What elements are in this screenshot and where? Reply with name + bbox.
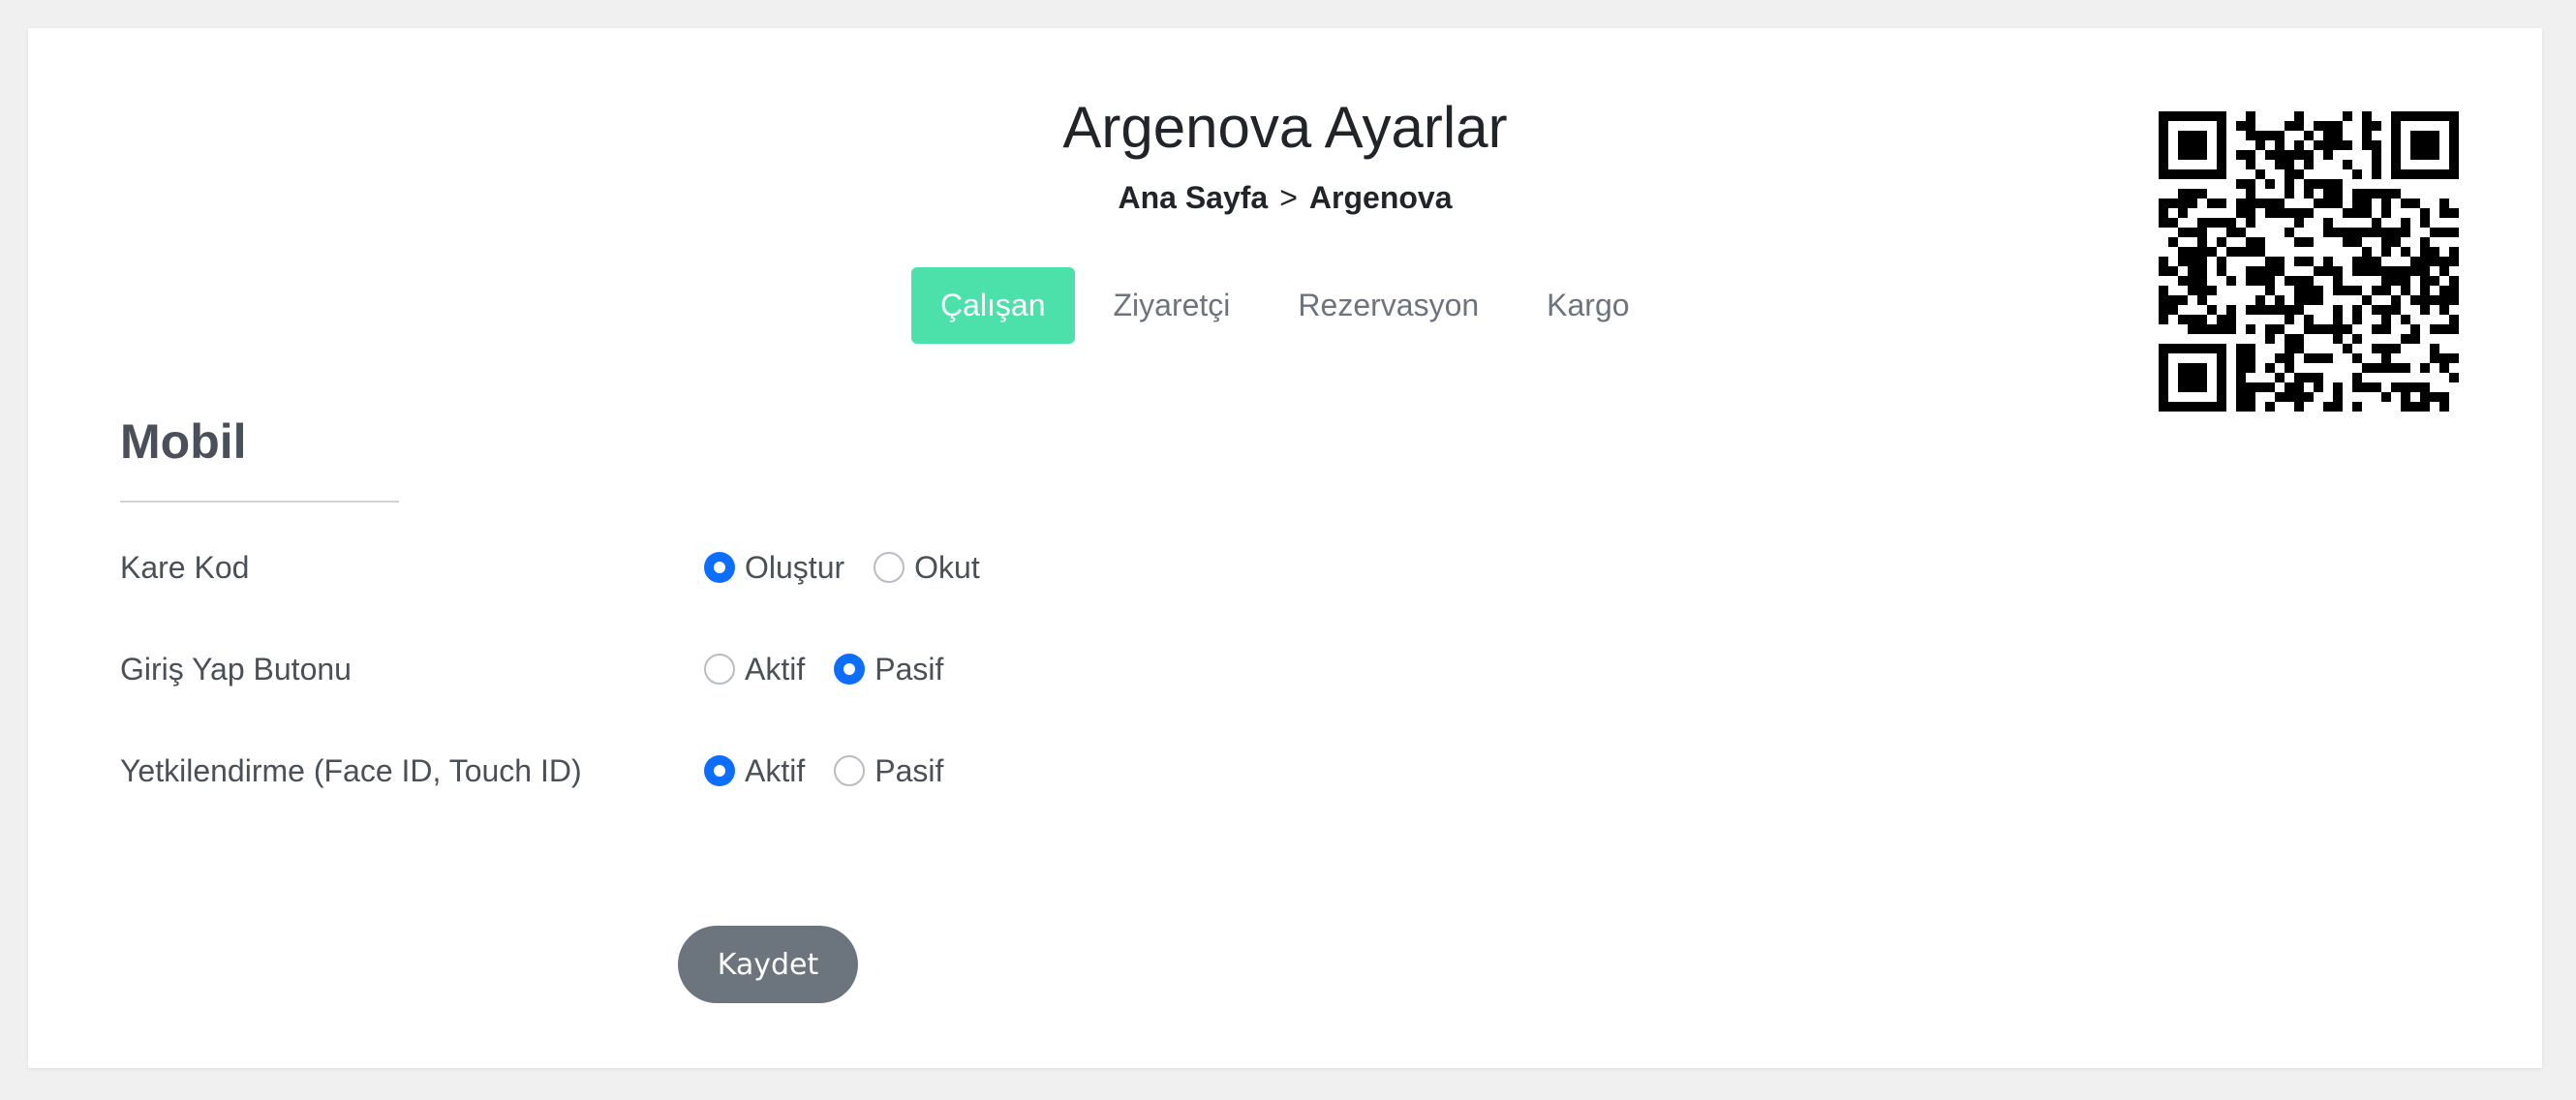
breadcrumb-home[interactable]: Ana Sayfa: [1118, 180, 1268, 215]
setting-row-yetkilendirme: Yetkilendirme (Face ID, Touch ID) Aktif …: [120, 742, 1573, 800]
qr-code-icon: [2159, 111, 2459, 412]
section-divider: [120, 501, 399, 503]
tab-calisan[interactable]: Çalışan: [911, 267, 1075, 344]
tab-bar: Çalışan Ziyaretçi Rezervasyon Kargo: [911, 267, 1659, 344]
radio-option-olustur[interactable]: Oluştur: [704, 550, 844, 586]
tab-ziyaretci[interactable]: Ziyaretçi: [1085, 267, 1260, 344]
radio-giris-aktif[interactable]: [704, 654, 735, 685]
radio-yetki-pasif[interactable]: [834, 755, 866, 786]
setting-label-yetkilendirme: Yetkilendirme (Face ID, Touch ID): [120, 752, 582, 788]
setting-row-kare-kod: Kare Kod Oluştur Okut: [120, 538, 1573, 596]
radio-option-okut[interactable]: Okut: [874, 550, 980, 586]
tab-rezervasyon[interactable]: Rezervasyon: [1269, 267, 1508, 344]
radio-option-yetki-aktif[interactable]: Aktif: [704, 753, 805, 789]
radio-label-olustur: Oluştur: [745, 549, 845, 585]
radio-label-giris-pasif: Pasif: [874, 651, 944, 687]
settings-card: Argenova Ayarlar Ana Sayfa > Argenova Çalı…: [28, 28, 2542, 1068]
breadcrumb-current: Argenova: [1308, 180, 1453, 215]
radio-option-yetki-pasif[interactable]: Pasif: [834, 753, 943, 789]
radio-option-giris-pasif[interactable]: Pasif: [834, 652, 943, 688]
radio-group-kare-kod: Oluştur Okut: [704, 550, 1009, 586]
radio-label-giris-aktif: Aktif: [745, 651, 806, 687]
save-button[interactable]: Kaydet: [678, 926, 858, 1003]
radio-yetki-aktif[interactable]: [704, 755, 735, 786]
setting-label-giris-yap-butonu: Giriş Yap Butonu: [120, 651, 352, 687]
radio-group-giris-yap-butonu: Aktif Pasif: [704, 652, 972, 688]
radio-label-yetki-pasif: Pasif: [874, 752, 944, 788]
radio-label-yetki-aktif: Aktif: [745, 752, 806, 788]
breadcrumb-separator: >: [1279, 180, 1298, 215]
radio-group-yetkilendirme: Aktif Pasif: [704, 753, 972, 789]
radio-okut[interactable]: [874, 552, 905, 583]
setting-row-giris-yap-butonu: Giriş Yap Butonu Aktif Pasif: [120, 640, 1573, 698]
tab-kargo[interactable]: Kargo: [1518, 267, 1658, 344]
radio-giris-pasif[interactable]: [834, 654, 866, 685]
setting-label-kare-kod: Kare Kod: [120, 549, 250, 585]
radio-option-giris-aktif[interactable]: Aktif: [704, 652, 805, 688]
radio-olustur[interactable]: [704, 552, 735, 583]
section-title: Mobil: [120, 414, 247, 469]
radio-label-okut: Okut: [914, 549, 980, 585]
